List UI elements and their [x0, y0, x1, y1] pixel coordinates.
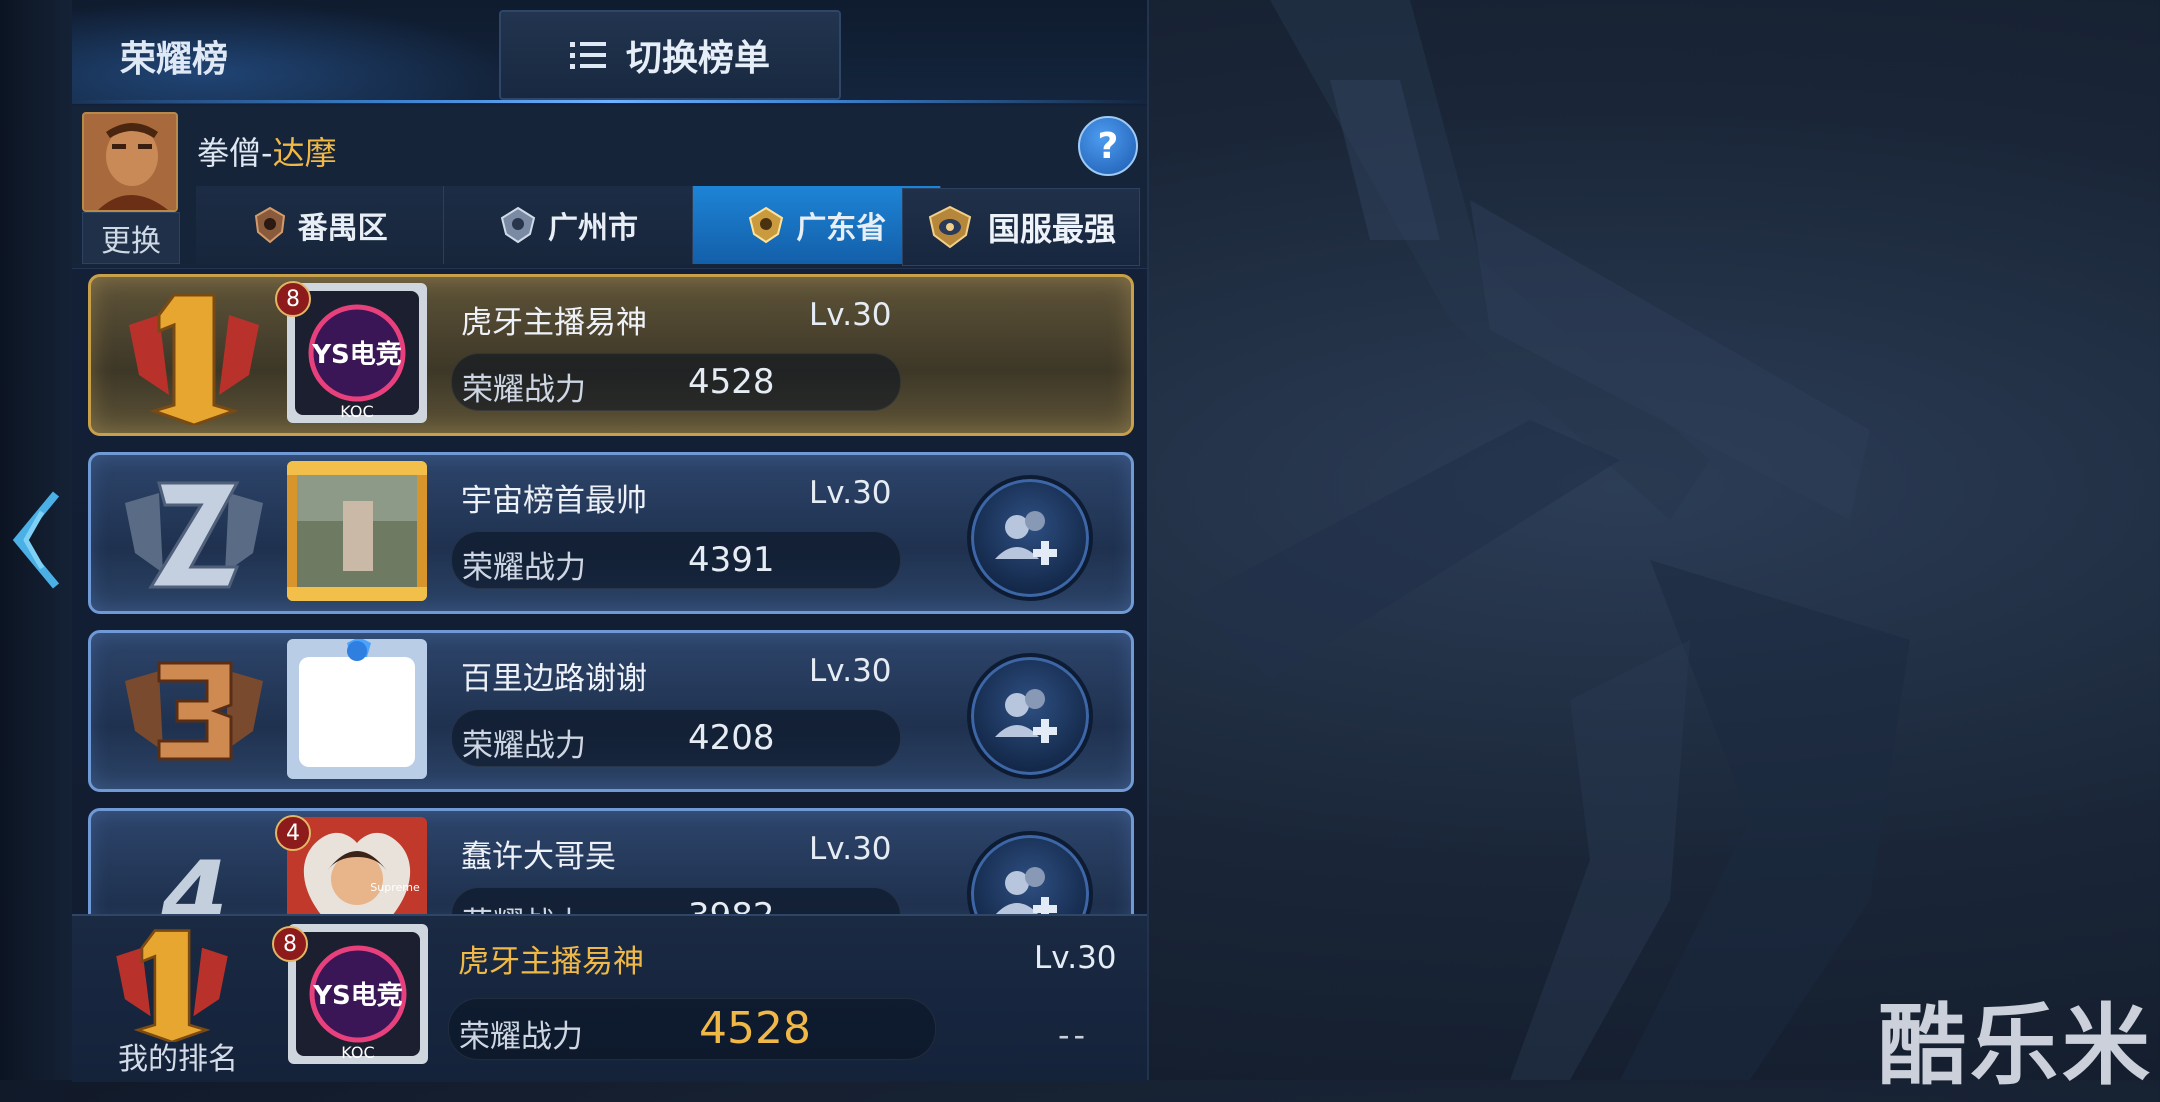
background-art: [1190, 0, 1910, 1080]
silver-emblem-icon: [500, 206, 536, 244]
bronze-emblem-icon: [254, 206, 285, 244]
my-rank-label: 我的排名: [118, 1042, 238, 1077]
player-avatar[interactable]: [287, 639, 427, 779]
page-title: 荣耀榜: [120, 39, 229, 80]
tab-strongest-label: 国服最强: [987, 210, 1116, 248]
player-name: 宇宙榜首最帅: [461, 483, 647, 519]
tab-district[interactable]: 番禺区: [196, 186, 445, 264]
list-item[interactable]: 4 Supreme 4 蠢许大哥吴 Lv.30 荣耀战力 3982: [88, 808, 1134, 914]
watermark: 酷乐米: [1878, 994, 2155, 1097]
leaderboard-header: 荣耀榜 切换榜单: [72, 0, 1147, 104]
my-avatar[interactable]: YS电竞 KOC: [288, 924, 428, 1064]
avatar-brand-text: Supreme: [370, 881, 420, 894]
player-name: 虎牙主播易神: [461, 305, 647, 341]
my-rank-bar: 我的排名 YS电竞 KOC 8 虎牙主播易神 Lv.30 荣耀战力 4528 -…: [72, 914, 1147, 1082]
my-avatar-frame-text: KOC: [341, 1043, 374, 1062]
list-item[interactable]: 百里边路谢谢 Lv.30 荣耀战力 4208: [88, 630, 1134, 792]
tab-province-label: 广东省: [796, 211, 887, 246]
my-level-badge: 8: [272, 926, 308, 962]
add-friend-icon: [995, 689, 1057, 743]
add-friend-button[interactable]: [967, 831, 1093, 914]
rank-1-badge-icon: [129, 293, 259, 425]
hero-portrait[interactable]: [82, 112, 178, 212]
header-divider: [72, 100, 1147, 103]
player-avatar[interactable]: [287, 461, 427, 601]
add-friend-icon: [996, 867, 1057, 914]
my-power-label: 荣耀战力: [459, 1019, 583, 1055]
power-pill: 荣耀战力 3982: [451, 887, 901, 914]
player-level-badge: 8: [275, 281, 311, 317]
tab-city-label: 广州市: [547, 211, 638, 246]
change-hero-button[interactable]: 更换: [82, 212, 180, 264]
hero-title: 拳僧-: [197, 134, 273, 172]
add-friend-icon: [995, 511, 1057, 565]
strongest-emblem-icon: [928, 205, 972, 249]
list-item[interactable]: 宇宙榜首最帅 Lv.30 荣耀战力 4391: [88, 452, 1134, 614]
leaderboard-panel: 荣耀榜 切换榜单 更换 拳僧-达摩 ? 番禺区 广州市 广东省 国服最强 YS电…: [72, 0, 1149, 1082]
my-power-value: 4528: [699, 1003, 811, 1054]
player-level-badge: 4: [275, 815, 311, 851]
player-name: 蠢许大哥吴: [461, 839, 616, 875]
my-extra-value: --: [1058, 1016, 1090, 1054]
power-value: 3982: [688, 896, 775, 914]
my-avatar-team-text: YS电竞: [312, 980, 403, 1011]
power-value: 4208: [688, 718, 775, 758]
list-item[interactable]: YS电竞 KOC 8 虎牙主播易神 Lv.30 荣耀战力 4528: [88, 274, 1134, 436]
my-player-name: 虎牙主播易神: [458, 944, 644, 980]
player-level: Lv.30: [809, 653, 892, 689]
power-label: 荣耀战力: [462, 898, 586, 914]
change-hero-label: 更换: [101, 224, 161, 259]
player-level: Lv.30: [809, 297, 892, 333]
avatar-team-text: YS电竞: [311, 339, 402, 370]
power-pill: 荣耀战力 4528: [451, 353, 901, 411]
power-label: 荣耀战力: [462, 550, 586, 586]
rank-2-badge-icon: [125, 481, 263, 589]
power-label: 荣耀战力: [462, 372, 586, 408]
avatar-frame-text: KOC: [340, 402, 373, 421]
tab-district-label: 番禺区: [297, 211, 388, 246]
power-value: 4528: [688, 362, 775, 402]
add-friend-button[interactable]: [967, 475, 1093, 601]
tab-national-strongest[interactable]: 国服最强: [902, 188, 1140, 266]
power-label: 荣耀战力: [462, 728, 586, 764]
gold-emblem-icon: [749, 206, 784, 244]
hero-name-accent: 达摩: [272, 134, 337, 172]
rank-number: 4: [161, 841, 228, 914]
my-player-level: Lv.30: [1034, 940, 1117, 976]
player-level: Lv.30: [809, 475, 892, 511]
player-name: 百里边路谢谢: [461, 661, 647, 697]
power-pill: 荣耀战力 4391: [451, 531, 901, 589]
rank-3-badge-icon: [125, 661, 263, 761]
hero-name: 拳僧-达摩: [197, 128, 337, 174]
switch-leaderboard-button[interactable]: 切换榜单: [499, 10, 841, 100]
power-value: 4391: [688, 540, 775, 580]
hero-selector: 更换 拳僧-达摩 ? 番禺区 广州市 广东省 国服最强: [72, 106, 1147, 269]
tab-city[interactable]: 广州市: [444, 186, 693, 264]
region-tabs: 番禺区 广州市 广东省: [196, 186, 941, 264]
ranking-list: YS电竞 KOC 8 虎牙主播易神 Lv.30 荣耀战力 4528 宇宙榜首最帅…: [72, 272, 1147, 914]
add-friend-button[interactable]: [967, 653, 1093, 779]
my-power-pill: 荣耀战力 4528: [448, 998, 936, 1060]
switch-leaderboard-label: 切换榜单: [625, 38, 770, 79]
power-pill: 荣耀战力 4208: [451, 709, 901, 767]
back-arrow-icon[interactable]: [6, 490, 62, 590]
help-icon[interactable]: ?: [1078, 116, 1138, 176]
player-level: Lv.30: [809, 831, 892, 867]
my-rank-badge-icon: [116, 929, 228, 1042]
list-icon: [569, 42, 606, 69]
